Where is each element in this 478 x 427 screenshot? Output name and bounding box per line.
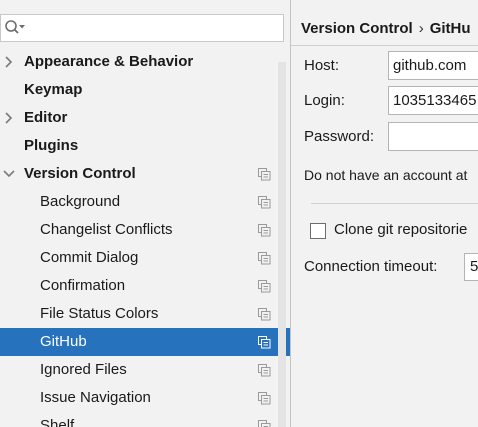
sidebar-item-label: Appearance & Behavior bbox=[24, 53, 194, 70]
host-label: Host: bbox=[304, 57, 340, 74]
sidebar-item-label: File Status Colors bbox=[40, 305, 159, 322]
sidebar-item-label: Keymap bbox=[24, 81, 83, 98]
sidebar-item-label: Shelf bbox=[40, 417, 75, 427]
sidebar-item-appearance-behavior[interactable]: Appearance & Behavior bbox=[0, 48, 290, 76]
sidebar-item-label: Commit Dialog bbox=[40, 249, 139, 266]
breadcrumb-parent: Version Control bbox=[301, 20, 413, 37]
project-settings-icon bbox=[258, 420, 271, 427]
sidebar-item-file-status-colors[interactable]: File Status Colors bbox=[0, 300, 290, 328]
search-icon[interactable] bbox=[4, 19, 26, 37]
password-field[interactable] bbox=[388, 122, 478, 151]
login-field[interactable]: 1035133465 bbox=[388, 86, 478, 115]
sidebar-item-label: Issue Navigation bbox=[40, 389, 151, 406]
sidebar-item-changelist-conflicts[interactable]: Changelist Conflicts bbox=[0, 216, 290, 244]
sidebar-item-ignored-files[interactable]: Ignored Files bbox=[0, 356, 290, 384]
no-account-text: Do not have an account at bbox=[304, 167, 468, 183]
project-settings-icon bbox=[258, 196, 271, 209]
project-settings-icon bbox=[258, 280, 271, 293]
sidebar-item-label: Ignored Files bbox=[40, 361, 127, 378]
timeout-label: Connection timeout: bbox=[304, 258, 438, 275]
sidebar-item-version-control[interactable]: Version Control bbox=[0, 160, 290, 188]
sidebar-item-label: Editor bbox=[24, 109, 68, 126]
sidebar-item-label: Background bbox=[40, 193, 121, 210]
chevron-down-icon[interactable] bbox=[2, 167, 16, 181]
section-divider bbox=[311, 203, 478, 204]
chevron-right-icon[interactable] bbox=[2, 111, 16, 125]
search-input[interactable] bbox=[0, 14, 284, 42]
breadcrumb: Version Control › GitHu bbox=[301, 19, 471, 39]
settings-tree: Appearance & Behavior Keymap Editor Plugins… bbox=[0, 48, 290, 427]
project-settings-icon bbox=[258, 392, 271, 405]
host-field[interactable]: github.com bbox=[388, 51, 478, 80]
project-settings-icon bbox=[258, 168, 271, 181]
chevron-right-icon[interactable] bbox=[2, 55, 16, 69]
project-settings-icon bbox=[258, 308, 271, 321]
sidebar-item-issue-navigation[interactable]: Issue Navigation bbox=[0, 384, 290, 412]
login-label: Login: bbox=[304, 92, 345, 109]
sidebar-item-background[interactable]: Background bbox=[0, 188, 290, 216]
sidebar-item-confirmation[interactable]: Confirmation bbox=[0, 272, 290, 300]
project-settings-icon bbox=[258, 336, 271, 349]
password-label: Password: bbox=[304, 128, 375, 145]
settings-content: Version Control › GitHu Host: github.com L… bbox=[291, 0, 478, 427]
settings-sidebar: Appearance & Behavior Keymap Editor Plugins… bbox=[0, 0, 290, 427]
sidebar-item-label: Confirmation bbox=[40, 277, 126, 294]
breadcrumb-separator: › bbox=[418, 20, 424, 37]
sidebar-item-github[interactable]: GitHub bbox=[0, 328, 290, 356]
sidebar-scrollbar[interactable] bbox=[278, 62, 286, 427]
sidebar-item-label: GitHub bbox=[40, 333, 87, 350]
clone-checkbox[interactable] bbox=[310, 223, 326, 239]
sidebar-item-label: Changelist Conflicts bbox=[40, 221, 173, 238]
header-divider bbox=[291, 45, 478, 46]
sidebar-item-keymap[interactable]: Keymap bbox=[0, 76, 290, 104]
sidebar-item-editor[interactable]: Editor bbox=[0, 104, 290, 132]
clone-checkbox-label[interactable]: Clone git repositorie bbox=[334, 220, 467, 240]
timeout-field[interactable]: 5 bbox=[464, 253, 478, 281]
sidebar-item-label: Version Control bbox=[24, 165, 136, 182]
project-settings-icon bbox=[258, 224, 271, 237]
project-settings-icon bbox=[258, 252, 271, 265]
sidebar-item-commit-dialog[interactable]: Commit Dialog bbox=[0, 244, 290, 272]
breadcrumb-current: GitHu bbox=[429, 20, 471, 37]
sidebar-item-label: Plugins bbox=[24, 137, 79, 154]
sidebar-item-plugins[interactable]: Plugins bbox=[0, 132, 290, 160]
sidebar-item-shelf[interactable]: Shelf bbox=[0, 412, 290, 427]
project-settings-icon bbox=[258, 364, 271, 377]
